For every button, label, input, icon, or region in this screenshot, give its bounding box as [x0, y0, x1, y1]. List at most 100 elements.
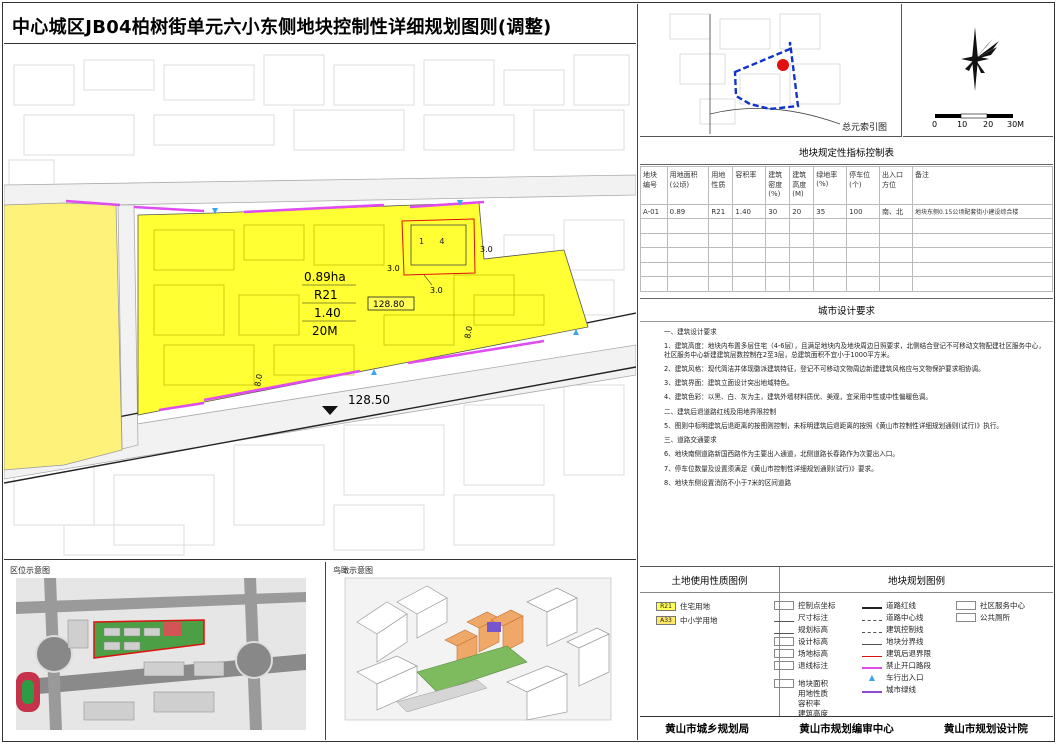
page-title: 中心城区JB04柏树街单元六小东侧地块控制性详细规划图则(调整) [12, 17, 552, 38]
table-row-empty [640, 276, 1053, 292]
design-line: 二、建筑后退道路红线及用地界限控制 [664, 407, 777, 416]
col-header: 容积率 [732, 166, 767, 205]
cell: 0.89 [666, 203, 710, 220]
plan-legend-item: 道路中心线 [862, 612, 924, 623]
facility-mark: 1 4 [419, 237, 444, 246]
table-row-empty [640, 218, 1053, 234]
parcel-height: 20M [312, 324, 338, 338]
cell: 南、北 [879, 203, 913, 220]
table-row-empty [640, 232, 1053, 249]
col-header: 建筑 密度 (%) [765, 166, 791, 205]
plan-legend-item: 地块分界线 [862, 636, 924, 647]
plan-legend-item: 设计标高 [774, 636, 828, 647]
plan-legend-item: 公共厕所 [956, 612, 1010, 623]
land-swatch: A33 [656, 616, 676, 625]
plan-legend-item: 退线标注 [774, 660, 828, 671]
parcel-area: 0.89ha [304, 270, 346, 284]
col-header: 绿地率 (%) [813, 166, 848, 205]
cell: 地块东侧0.15公顷配套街小建设综合楼 [912, 203, 1053, 220]
index-map-svg [669, 13, 841, 134]
title-bar: 中心城区JB04柏树街单元六小东侧地块控制性详细规划图则(调整) [4, 4, 636, 44]
aerial-inset[interactable]: 鸟瞰示意图 [327, 562, 637, 740]
control-table-title: 地块规定性指标控制表 [640, 140, 1053, 165]
footer-org: 黄山市规划设计院 [943, 723, 1028, 735]
plan-legend-title: 地块规划图例 [780, 567, 1053, 593]
cell: 20 [789, 203, 815, 220]
col-header: 用地面积 (公顷) [666, 166, 710, 205]
plan-legend-item: 控制点坐标 [774, 600, 836, 611]
panel-divider [637, 4, 638, 740]
footer-org: 黄山市城乡规划局 [665, 723, 750, 735]
land-legend-item: A33 中小学用地 [656, 615, 718, 626]
location-inset[interactable]: 区位示意图 [4, 562, 326, 740]
setback-label-1: 3.0 [387, 264, 400, 273]
plan-legend-item: 尺寸标注 [774, 612, 828, 623]
design-line: 三、道路交通要求 [664, 436, 717, 445]
index-map-caption: 总元索引图 [841, 123, 887, 133]
compass-svg: 0 10 20 30M [932, 27, 1024, 129]
land-legend-label: 住宅用地 [680, 602, 710, 611]
design-line: 4、建筑色彩：以黑、白、灰为主，建筑外墙材料质优、美观，宜采用中性或中性偏暖色调… [664, 393, 932, 402]
elevation-box-value: 128.80 [373, 300, 405, 310]
design-title: 城市设计要求 [640, 298, 1053, 322]
scale-bar [935, 113, 1013, 119]
cell: 35 [813, 203, 848, 220]
location-inset-svg [16, 578, 306, 730]
plan-legend-item: 规划标高 [774, 624, 828, 635]
plan-map-svg: 1 4 3.0 3.0 3.0 8.0 8.0 0.89ha R21 1.40 … [4, 54, 636, 556]
table-row: A-01 0.89 R21 1.40 30 20 35 100 南、北 地块东侧… [640, 203, 1053, 220]
cell: A-01 [640, 203, 668, 220]
design-line: 一、建筑设计要求 [664, 328, 717, 336]
location-inset-label: 区位示意图 [10, 566, 50, 575]
col-header: 出入口 方位 [879, 166, 913, 205]
index-map[interactable]: 总元索引图 [640, 4, 902, 137]
cell: R21 [708, 203, 734, 220]
design-line: 2、建筑风格：现代简洁并体现徽派建筑特征，登记不可移动文物周边新建建筑风格应与文… [664, 364, 985, 373]
design-line: 5、图则中标明建筑后退距离的按图则控制，未标明建筑后退距离的按照《黄山市控制性详… [664, 421, 1004, 430]
cell: 100 [846, 203, 881, 220]
scale-label-2: 20 [983, 120, 993, 129]
scale-label-1: 10 [957, 120, 967, 129]
road-elevation-value: 128.50 [348, 393, 390, 407]
parcel-far: 1.40 [314, 306, 341, 320]
col-header: 地块 编号 [640, 166, 668, 205]
legend-area: 土地使用性质图例 地块规划图例 R21 住宅用地 A33 中小学用地 控制点坐标… [640, 566, 1053, 718]
design-line: 3、建筑界面：建筑立面设计突出地域特色。 [664, 379, 794, 388]
plan-legend-item: 建筑后退界限 [862, 648, 931, 659]
land-legend-label: 中小学用地 [680, 616, 718, 625]
plan-legend-item: ▲ 车行出入口 [868, 673, 924, 682]
parcel-landuse: R21 [314, 288, 338, 302]
land-legend-item: R21 住宅用地 [656, 601, 710, 612]
plan-legend-item: 社区服务中心 [956, 600, 1025, 611]
land-legend: R21 住宅用地 A33 中小学用地 [640, 593, 780, 717]
main-plan-map[interactable]: 1 4 3.0 3.0 3.0 8.0 8.0 0.89ha R21 1.40 … [4, 45, 636, 560]
setback-label-3: 3.0 [480, 245, 493, 254]
design-line: 6、地块南侧道路新国西路作为主要出入通道，北侧道路长春路作为次要出入口。 [664, 450, 899, 459]
school-landuse[interactable] [4, 202, 123, 471]
land-swatch: R21 [656, 602, 676, 611]
footer-org: 黄山市规划编审中心 [799, 723, 894, 735]
design-line: 8、地块东侧设置消防不小于7米的区间道路 [664, 478, 792, 487]
col-header: 停车位 (个) [846, 166, 881, 205]
footer: 黄山市城乡规划局 黄山市规划编审中心 黄山市规划设计院 [640, 716, 1053, 740]
col-header: 建筑 高度 (M) [789, 166, 815, 205]
table-row-empty [640, 261, 1053, 278]
plan-legend-item: 道路红线 [862, 600, 916, 611]
plan-legend-item: 建筑控制线 [862, 624, 924, 635]
control-table: 地块 编号 用地面积 (公顷) 用地 性质 容积率 建筑 密度 (%) 建筑 高… [640, 166, 1053, 292]
aerial-inset-label: 鸟瞰示意图 [333, 566, 373, 575]
design-line: 1、建筑高度：地块内布置多层住宅（4-6层），且满足地块内及地块周边日照要求，北… [664, 342, 1045, 359]
design-notes: 一、建筑设计要求 1、建筑高度：地块内布置多层住宅（4-6层），且满足地块内及地… [664, 328, 1049, 493]
plan-legend-item: 场地标高 [774, 648, 828, 659]
scale-label-3: 30M [1007, 120, 1024, 129]
cell: 1.40 [732, 203, 767, 220]
setback-label-2: 3.0 [430, 286, 443, 295]
col-header: 用地 性质 [708, 166, 734, 205]
scale-label-0: 0 [932, 120, 937, 129]
table-row-empty [640, 247, 1053, 263]
aerial-inset-svg [344, 577, 612, 721]
cell: 30 [765, 203, 791, 220]
plan-legend-item: 禁止开口路段 [862, 660, 931, 671]
plan-legend-item: 城市绿线 [862, 684, 916, 695]
land-legend-title: 土地使用性质图例 [640, 567, 780, 593]
